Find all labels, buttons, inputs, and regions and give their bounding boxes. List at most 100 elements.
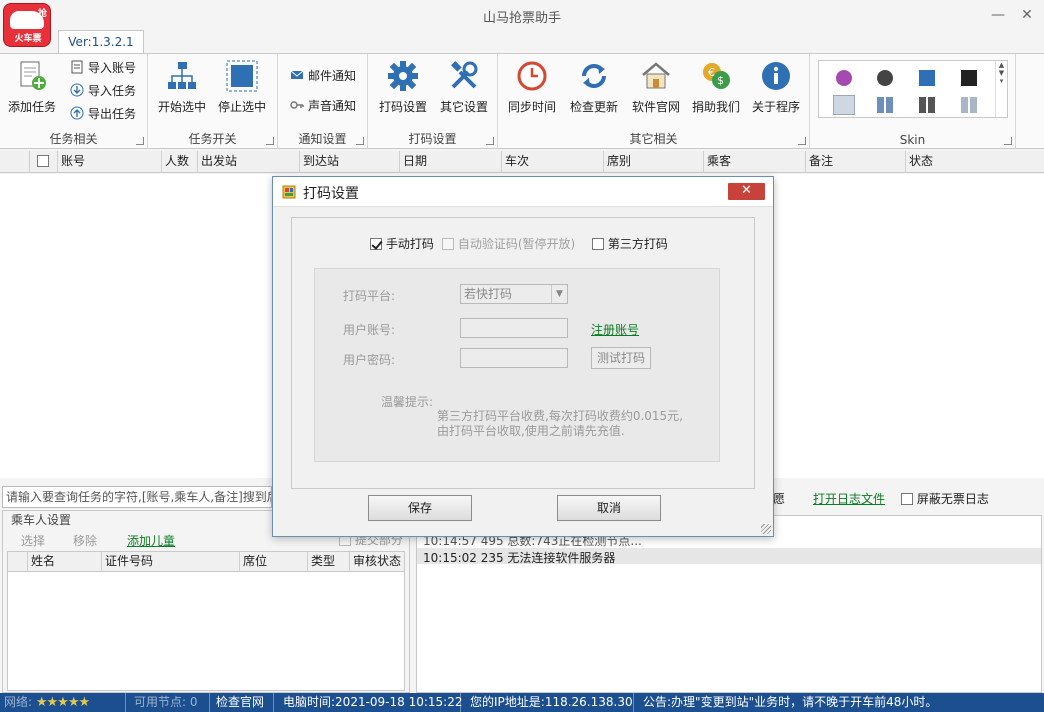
stop-selected-button[interactable]: 停止选中 — [214, 58, 270, 118]
select-passenger-button[interactable]: 选择 — [21, 532, 45, 549]
status-bar: 网络: ★★★★★ 可用节点: 0 检查官网 电脑时间:2021-09-18 1… — [0, 693, 1044, 712]
other-settings-button[interactable]: 其它设置 — [436, 58, 492, 118]
col-train[interactable]: 车次 — [502, 151, 604, 173]
third-party-option[interactable]: 第三方打码 — [592, 235, 668, 252]
captcha-settings-button[interactable]: 打码设置 — [374, 58, 432, 118]
window-app-icon — [282, 185, 296, 199]
skin-office-silver-icon[interactable] — [833, 95, 855, 115]
open-log-link[interactable]: 打开日志文件 — [813, 490, 885, 507]
third-party-checkbox[interactable] — [592, 238, 604, 250]
window-title: 山马抢票助手 — [482, 11, 561, 26]
captcha-group-launcher[interactable] — [486, 137, 494, 145]
user-password-input[interactable] — [460, 348, 568, 368]
col-id-number[interactable]: 证件号码 — [102, 552, 240, 572]
add-task-button[interactable]: 添加任务 — [4, 58, 60, 118]
skin-office-blue-icon[interactable] — [919, 70, 935, 86]
manual-captcha-option[interactable]: 手动打码 — [370, 235, 434, 252]
switch-group-launcher[interactable] — [266, 137, 274, 145]
import-account-button[interactable]: 导入账号 — [70, 58, 136, 78]
col-to[interactable]: 到达站 — [300, 151, 400, 173]
row-indicator-header — [0, 151, 30, 173]
col-remark[interactable]: 备注 — [806, 151, 906, 173]
test-captcha-button[interactable]: 测试打码 — [591, 347, 651, 369]
export-task-label: 导出任务 — [88, 107, 137, 121]
user-account-input[interactable] — [460, 318, 568, 338]
about-button[interactable]: 关于程序 — [748, 58, 804, 118]
import-task-button[interactable]: 导入任务 — [70, 81, 136, 101]
passenger-table[interactable]: 姓名 证件号码 席位 类型 审核状态 — [7, 551, 405, 691]
user-password-label: 用户密码: — [342, 353, 395, 367]
notify-group-launcher[interactable] — [356, 137, 364, 145]
available-nodes: 可用节点: 0 — [130, 693, 210, 712]
skin-office-black-icon[interactable] — [961, 70, 977, 86]
website-button[interactable]: 软件官网 — [628, 58, 684, 118]
close-window-button[interactable]: ✕ — [1016, 4, 1038, 26]
resize-grip-icon[interactable] — [761, 524, 771, 534]
export-task-button[interactable]: 导出任务 — [70, 104, 136, 124]
sync-time-button[interactable]: 同步时间 — [504, 58, 560, 118]
check-update-label: 检查更新 — [569, 100, 618, 114]
add-child-link[interactable]: 添加儿童 — [127, 532, 175, 549]
start-selected-button[interactable]: 开始选中 — [154, 58, 210, 118]
skin-group-launcher[interactable] — [1004, 137, 1012, 145]
select-all-box[interactable] — [37, 155, 49, 167]
clock-icon — [517, 61, 547, 91]
col-date[interactable]: 日期 — [400, 151, 502, 173]
col-seat[interactable]: 席别 — [604, 151, 704, 173]
skin-grid-dark-icon[interactable] — [919, 97, 935, 113]
hide-no-ticket-toggle[interactable]: 屏蔽无票日志 — [901, 490, 989, 507]
donate-button[interactable]: € $ 捐助我们 — [688, 58, 744, 118]
task-table-header: 账号 人数 出发站 到达站 日期 车次 席别 乘客 备注 状态 — [0, 151, 1044, 173]
task-group-launcher[interactable] — [136, 137, 144, 145]
col-seat-type[interactable]: 席位 — [240, 552, 308, 572]
log-panel[interactable]: 10:14:57 495 总数:743正在检测节点... 10:15:02 23… — [416, 515, 1042, 693]
skin-vs-purple-icon[interactable] — [836, 70, 852, 86]
check-update-button[interactable]: 检查更新 — [566, 58, 622, 118]
pc-time: 电脑时间:2021-09-18 10:15:22 — [279, 693, 463, 712]
app-logo[interactable]: 抢 火车票 — [3, 3, 51, 47]
add-task-label: 添加任务 — [7, 100, 56, 114]
col-passenger[interactable]: 乘客 — [704, 151, 806, 173]
check-site-button[interactable]: 检查官网 — [212, 693, 274, 712]
register-account-link[interactable]: 注册账号 — [591, 321, 639, 338]
switch-group: 开始选中 停止选中 任务开关 — [148, 54, 278, 149]
skin-grid-light-icon[interactable] — [961, 97, 977, 113]
skin-vs-dark-icon[interactable] — [877, 70, 893, 86]
other-group-launcher[interactable] — [798, 137, 806, 145]
skin-grid-blue-icon[interactable] — [877, 97, 893, 113]
col-type[interactable]: 类型 — [308, 552, 350, 572]
select-all-checkbox[interactable] — [30, 151, 58, 173]
import-account-label: 导入账号 — [88, 61, 137, 75]
dialog-title: 打码设置 — [303, 186, 359, 202]
manual-captcha-checkbox[interactable] — [370, 238, 382, 250]
col-status[interactable]: 状态 — [906, 151, 1044, 173]
website-label: 软件官网 — [631, 100, 680, 114]
title-bar: 山马抢票助手 — ✕ — [0, 0, 1044, 30]
version-tab[interactable]: Ver:1.3.2.1 — [58, 30, 144, 54]
save-button[interactable]: 保存 — [368, 495, 472, 521]
email-notify-label: 邮件通知 — [308, 69, 357, 83]
col-count[interactable]: 人数 — [162, 151, 198, 173]
remove-passenger-button[interactable]: 移除 — [73, 532, 97, 549]
task-search-input[interactable] — [2, 486, 272, 508]
ribbon: 添加任务 导入账号 导入任务 导出任务 任务相关 开始选中 停止选中 任务开关 … — [0, 53, 1044, 149]
col-from[interactable]: 出发站 — [198, 151, 300, 173]
hide-no-ticket-checkbox[interactable] — [901, 493, 913, 505]
platform-select[interactable]: 若快打码 ▼ — [460, 284, 568, 304]
col-account[interactable]: 账号 — [58, 151, 162, 173]
tools-icon — [451, 61, 478, 89]
email-notify-button[interactable]: 邮件通知 — [290, 66, 356, 86]
dialog-close-button[interactable]: ✕ — [728, 183, 765, 200]
cancel-button[interactable]: 取消 — [557, 495, 661, 521]
notify-group-label: 通知设置 — [298, 132, 347, 146]
minimize-button[interactable]: — — [987, 4, 1009, 26]
col-review-status[interactable]: 审核状态 — [350, 552, 404, 572]
other-settings-label: 其它设置 — [439, 100, 488, 114]
passenger-row-indicator — [8, 552, 28, 572]
skin-gallery-scroll[interactable]: ▲ ▼ ▾ — [995, 61, 1007, 117]
user-account-label: 用户账号: — [342, 323, 395, 337]
sound-notify-button[interactable]: 声音通知 — [290, 96, 356, 116]
coins-icon: €$ — [703, 63, 730, 89]
col-name[interactable]: 姓名 — [28, 552, 102, 572]
import-task-label: 导入任务 — [88, 84, 137, 98]
